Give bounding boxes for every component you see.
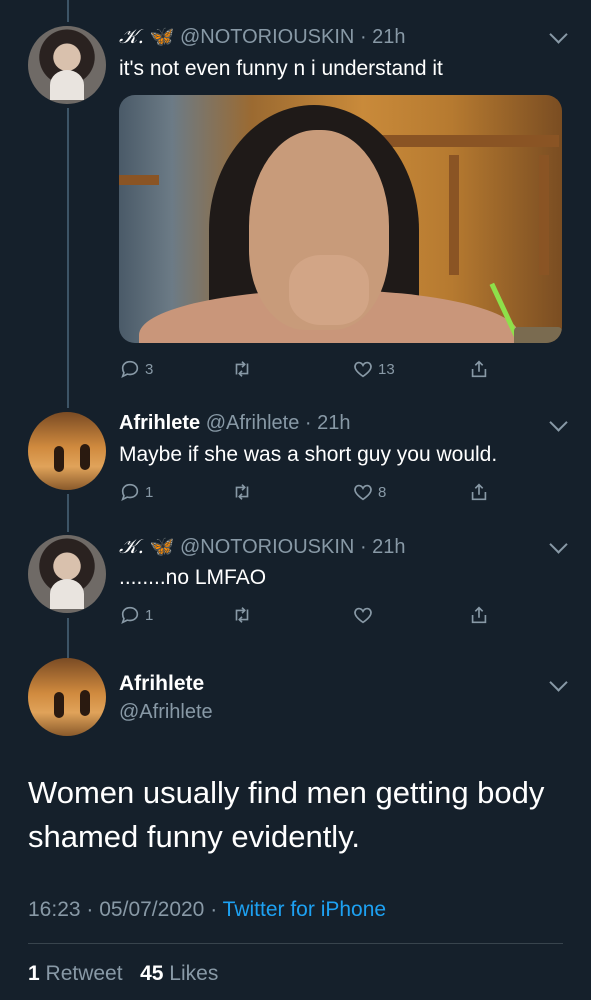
retweet-button[interactable] [231,358,257,380]
tweet-image[interactable] [119,95,562,343]
tweet-date: 05/07/2020 [99,898,205,921]
background-chair [539,155,549,275]
divider [28,943,563,944]
avatar[interactable] [28,535,106,613]
heart-icon [354,361,372,378]
like-button[interactable] [352,604,378,626]
timestamp[interactable]: 21h [317,412,350,434]
reply-button[interactable]: 1 [119,481,153,503]
share-button[interactable] [468,481,490,503]
main-tweet-handle[interactable]: @Afrihlete [119,701,213,724]
tweet-text: ........no LMFAO [119,566,267,589]
retweet-icon [235,607,249,623]
like-total: 45 [140,962,164,985]
chevron-down-icon[interactable] [549,673,568,692]
like-button[interactable]: 8 [352,481,386,503]
hands-shape [289,255,369,325]
avatar-figure [80,690,90,716]
reply-button[interactable]: 1 [119,604,153,626]
retweets-stat[interactable]: 1 Retweet [28,962,123,985]
chevron-down-icon[interactable] [549,25,568,44]
share-button[interactable] [468,604,490,626]
reply-tweet-1[interactable]: 𝒦. 🦋 @NOTORIOUSKIN · 21h it's not even f… [0,0,591,400]
background-chair [449,155,459,275]
reply-tweet-3[interactable]: 𝒦. 🦋 @NOTORIOUSKIN · 21h ........no LMFA… [0,520,591,645]
handle[interactable]: @NOTORIOUSKIN [180,26,354,48]
avatar-figure [80,444,90,470]
like-count: 8 [378,483,387,501]
display-name[interactable]: 𝒦. [119,534,144,558]
chevron-down-icon[interactable] [549,535,568,554]
timestamp[interactable]: 21h [372,536,405,558]
display-name[interactable]: 𝒦. [119,24,144,48]
heart-icon [354,484,372,501]
reply-icon [121,483,139,501]
reply-count: 3 [145,360,154,378]
reply-button[interactable]: 3 [119,358,153,380]
heart-icon [354,607,372,624]
dot-separator: · [210,898,218,921]
dot-separator: · [359,26,367,48]
main-tweet-display-name[interactable]: Afrihlete [119,672,204,696]
retweet-label: Retweet [45,962,123,985]
retweet-total: 1 [28,962,40,985]
handle[interactable]: @NOTORIOUSKIN [180,536,354,558]
tweet-time: 16:23 [28,898,81,921]
share-icon [471,606,487,624]
like-count: 13 [378,360,395,378]
tweet-source-link[interactable]: Twitter for iPhone [223,898,386,921]
retweet-icon [235,361,249,377]
dot-separator: · [86,898,94,921]
reply-tweet-2[interactable]: Afrihlete @Afrihlete · 21h Maybe if she … [0,400,591,520]
timestamp[interactable]: 21h [372,26,405,48]
reply-count: 1 [145,606,154,624]
tweet-header: 𝒦. 🦋 @NOTORIOUSKIN · 21h [119,534,406,559]
dot-separator: · [359,536,367,558]
handle[interactable]: @Afrihlete [206,412,300,434]
tweet-actions: 3 13 [119,358,499,382]
retweet-button[interactable] [231,481,257,503]
butterfly-emoji-icon: 🦋 [149,26,175,48]
reply-icon [121,360,139,378]
tweet-meta: 16:23 · 05/07/2020 · Twitter for iPhone [28,898,386,922]
background-chair [119,175,159,185]
avatar-figure [54,446,64,472]
glass-shape [514,327,562,343]
likes-stat[interactable]: 45 Likes [140,962,218,985]
tweet-text: Maybe if she was a short guy you would. [119,443,498,466]
dot-separator: · [304,412,312,434]
reply-count: 1 [145,483,154,501]
tweet-text: it's not even funny n i understand it [119,57,443,80]
avatar[interactable] [28,412,106,490]
tweet-stats: 1 Retweet 45 Likes [28,962,218,986]
tweet-header: Afrihlete @Afrihlete · 21h [119,412,351,435]
tweet-actions: 1 8 [119,481,499,505]
chevron-down-icon[interactable] [549,413,568,432]
reply-icon [121,606,139,624]
share-icon [471,360,487,378]
display-name[interactable]: Afrihlete [119,412,200,434]
like-button[interactable]: 13 [352,358,395,380]
retweet-icon [235,484,249,500]
retweet-button[interactable] [231,604,257,626]
main-tweet-text: Women usually find men getting body sham… [28,775,545,854]
avatar-figure [54,692,64,718]
main-tweet-avatar[interactable] [28,658,106,736]
share-icon [471,483,487,501]
like-label: Likes [169,962,219,985]
avatar[interactable] [28,26,106,104]
share-button[interactable] [468,358,490,380]
tweet-header: 𝒦. 🦋 @NOTORIOUSKIN · 21h [119,24,406,49]
butterfly-emoji-icon: 🦋 [149,536,175,558]
tweet-actions: 1 [119,604,499,628]
